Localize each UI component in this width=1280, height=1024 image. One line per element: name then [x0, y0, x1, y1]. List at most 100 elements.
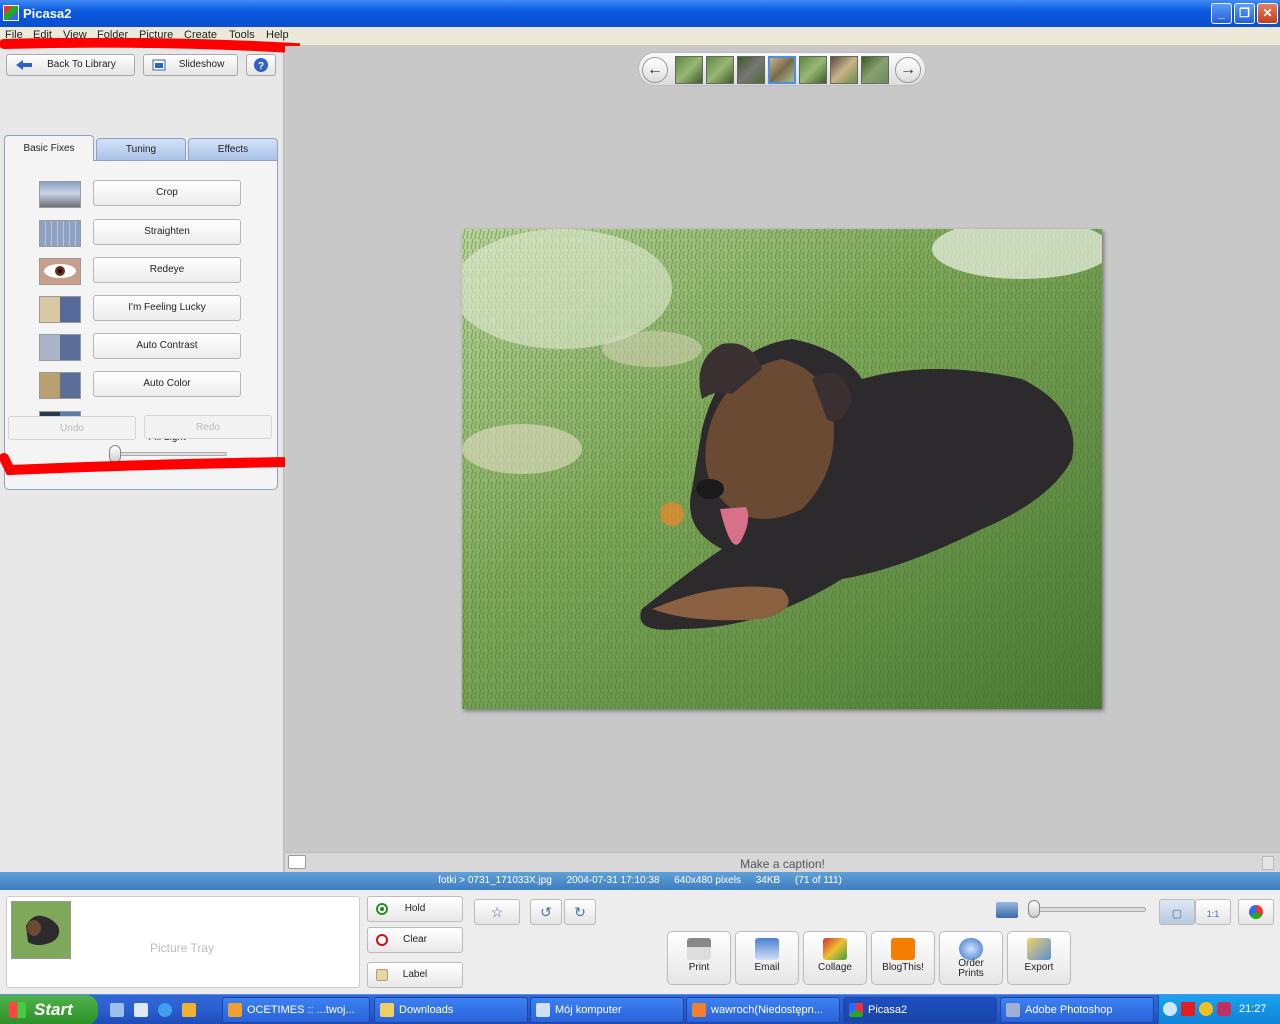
restore-button[interactable]: ❐ — [1234, 3, 1255, 24]
rotate-right-icon: ↻ — [574, 904, 586, 920]
tray-shield-icon[interactable] — [1217, 1002, 1231, 1016]
menu-tools[interactable]: Tools — [229, 29, 255, 41]
slideshow-button[interactable]: Slideshow — [143, 54, 238, 76]
picasa-window: Picasa2 _ ❐ ✕ File Edit View Folder Pict… — [0, 0, 1280, 1024]
globe-icon — [959, 938, 983, 960]
task-my-computer[interactable]: Mój komputer — [530, 997, 684, 1023]
tray-chevron-icon[interactable] — [1163, 1002, 1177, 1016]
menu-file[interactable]: File — [5, 29, 23, 41]
feeling-lucky-button[interactable]: I'm Feeling Lucky — [93, 295, 241, 321]
filmstrip-thumbnail[interactable] — [706, 56, 734, 84]
fit-to-window-button[interactable]: ▢ — [1159, 899, 1195, 925]
next-photo-button[interactable]: → — [895, 57, 921, 83]
quicklaunch-desktop-icon[interactable] — [110, 1003, 124, 1017]
collage-button[interactable]: Collage — [803, 931, 867, 985]
basic-fixes-pane: Crop Straighten Redeye I'm Feeling Lucky… — [4, 160, 278, 490]
help-button[interactable]: ? — [246, 54, 276, 76]
crop-button[interactable]: Crop — [93, 180, 241, 206]
tab-tuning[interactable]: Tuning — [96, 138, 186, 160]
auto-color-thumbnail — [39, 372, 81, 399]
label-button[interactable]: Label — [367, 962, 463, 988]
redeye-thumbnail — [39, 258, 81, 285]
straighten-button[interactable]: Straighten — [93, 219, 241, 245]
trash-icon[interactable] — [1262, 856, 1274, 870]
photo-path: fotki > 0731_171033X.jpg — [438, 875, 552, 886]
task-picasa2[interactable]: Picasa2 — [843, 997, 997, 1023]
zoom-icon — [996, 902, 1018, 918]
browser-icon — [228, 1003, 242, 1017]
straighten-thumbnail — [39, 220, 81, 247]
auto-color-button[interactable]: Auto Color — [93, 371, 241, 397]
caption-input[interactable]: Make a caption! — [285, 857, 1280, 871]
zoom-slider-track[interactable] — [1030, 907, 1146, 912]
filmstrip-thumbnail-selected[interactable] — [768, 56, 796, 84]
tray-status-icon[interactable] — [1199, 1002, 1213, 1016]
slideshow-icon — [152, 59, 166, 71]
menu-bar: File Edit View Folder Picture Create Too… — [0, 27, 1280, 46]
picture-tray: Picture Tray — [6, 896, 360, 988]
photo-dimensions: 640x480 pixels — [674, 875, 741, 886]
star-button[interactable]: ☆ — [474, 899, 520, 925]
computer-icon — [536, 1003, 550, 1017]
menu-edit[interactable]: Edit — [33, 29, 52, 41]
task-label: wawroch(Niedostępn... — [711, 1004, 823, 1016]
quicklaunch-ie-icon[interactable] — [158, 1003, 172, 1017]
menu-create[interactable]: Create — [184, 29, 217, 41]
task-ocetimes[interactable]: OCETIMES :: ...twoj... — [222, 997, 370, 1023]
export-button[interactable]: Export — [1007, 931, 1071, 985]
print-label: Print — [688, 962, 710, 973]
start-button[interactable]: Start — [0, 995, 98, 1024]
task-downloads[interactable]: Downloads — [374, 997, 528, 1023]
system-tray: 21:27 — [1158, 995, 1280, 1024]
quicklaunch-computer-icon[interactable] — [134, 1003, 148, 1017]
quicklaunch-app-icon[interactable] — [182, 1003, 196, 1017]
filmstrip-thumbnail[interactable] — [830, 56, 858, 84]
menu-view[interactable]: View — [63, 29, 87, 41]
close-button[interactable]: ✕ — [1257, 3, 1278, 24]
help-icon: ? — [254, 58, 268, 72]
order-prints-button[interactable]: Order Prints — [939, 931, 1003, 985]
crop-thumbnail — [39, 181, 81, 208]
eye-icon — [44, 264, 76, 278]
redo-button[interactable]: Redo — [144, 415, 272, 439]
tray-photo-thumbnail[interactable] — [11, 901, 71, 959]
back-to-library-label: Back To Library — [47, 59, 116, 70]
collage-label: Collage — [818, 962, 852, 973]
tray-antivirus-icon[interactable] — [1181, 1002, 1195, 1016]
fit-icon: ▢ — [1171, 908, 1183, 920]
auto-contrast-button[interactable]: Auto Contrast — [93, 333, 241, 359]
rotate-right-button[interactable]: ↻ — [564, 899, 596, 925]
fill-light-slider-track[interactable] — [109, 452, 227, 456]
minimize-button[interactable]: _ — [1211, 3, 1232, 24]
previous-photo-button[interactable]: ← — [642, 57, 668, 83]
undo-button[interactable]: Undo — [8, 416, 136, 440]
menu-folder[interactable]: Folder — [97, 29, 128, 41]
zoom-slider-handle[interactable] — [1028, 900, 1040, 918]
menu-picture[interactable]: Picture — [139, 29, 173, 41]
filmstrip-thumbnail[interactable] — [861, 56, 889, 84]
hold-button[interactable]: Hold — [367, 896, 463, 922]
tab-effects[interactable]: Effects — [188, 138, 278, 160]
print-button[interactable]: Print — [667, 931, 731, 985]
menu-help[interactable]: Help — [266, 29, 289, 41]
filmstrip: ← → — [638, 52, 926, 86]
title-bar: Picasa2 _ ❐ ✕ — [0, 0, 1280, 27]
picasa-web-button[interactable] — [1238, 899, 1274, 925]
filmstrip-thumbnail[interactable] — [737, 56, 765, 84]
envelope-icon — [692, 1003, 706, 1017]
task-photoshop[interactable]: Adobe Photoshop — [1000, 997, 1154, 1023]
filmstrip-thumbnail[interactable] — [675, 56, 703, 84]
blogthis-button[interactable]: BlogThis! — [871, 931, 935, 985]
actual-size-button[interactable]: 1:1 — [1195, 899, 1231, 925]
back-to-library-button[interactable]: Back To Library — [6, 54, 135, 76]
tab-basic-fixes[interactable]: Basic Fixes — [4, 135, 94, 161]
feeling-lucky-thumbnail — [39, 296, 81, 323]
picasa-app-icon — [3, 5, 19, 21]
filmstrip-thumbnail[interactable] — [799, 56, 827, 84]
fill-light-slider-handle[interactable] — [109, 445, 121, 463]
rotate-left-button[interactable]: ↺ — [530, 899, 562, 925]
email-button[interactable]: Email — [735, 931, 799, 985]
task-messenger[interactable]: wawroch(Niedostępn... — [686, 997, 840, 1023]
redeye-button[interactable]: Redeye — [93, 257, 241, 283]
clear-button[interactable]: Clear — [367, 927, 463, 953]
